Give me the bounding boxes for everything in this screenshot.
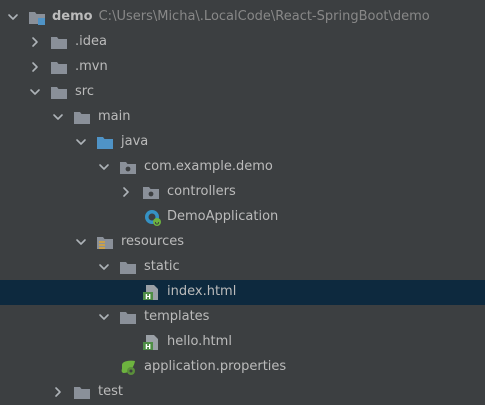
tree-item-label: .idea: [75, 34, 107, 49]
package-icon: [119, 159, 137, 176]
tree-row-demo-application[interactable]: DemoApplication: [0, 205, 485, 230]
source-root-folder-icon: [96, 134, 114, 151]
chevron-right-icon[interactable]: [120, 186, 132, 198]
tree-item-label: com.example.demo: [144, 159, 273, 174]
folder-icon: [50, 59, 68, 76]
chevron-right-icon[interactable]: [52, 386, 64, 398]
folder-icon: [119, 309, 137, 326]
spring-boot-class-icon: [144, 209, 162, 226]
tree-item-label: index.html: [167, 284, 237, 299]
chevron-down-icon[interactable]: [98, 261, 110, 273]
tree-row-demo[interactable]: demo C:\Users\Micha\.LocalCode\React-Spri…: [0, 5, 485, 30]
html-file-icon: [142, 334, 160, 351]
chevron-down-icon[interactable]: [98, 311, 110, 323]
spring-properties-icon: [119, 359, 137, 376]
tree-item-label: static: [144, 259, 180, 274]
folder-icon: [119, 259, 137, 276]
tree-row-static[interactable]: static: [0, 255, 485, 280]
chevron-down-icon[interactable]: [52, 111, 64, 123]
tree-row-application-properties[interactable]: application.properties: [0, 355, 485, 380]
tree-item-label: controllers: [167, 184, 236, 199]
chevron-down-icon[interactable]: [29, 86, 41, 98]
package-icon: [142, 184, 160, 201]
root-path: C:\Users\Micha\.LocalCode\React-SpringBo…: [98, 9, 430, 24]
project-tree: demo C:\Users\Micha\.LocalCode\React-Spri…: [0, 5, 485, 405]
tree-item-label: .mvn: [75, 59, 108, 74]
html-file-icon: [142, 284, 160, 301]
tree-row-java[interactable]: java: [0, 130, 485, 155]
tree-item-label: test: [98, 384, 123, 399]
tree-item-label: hello.html: [167, 334, 232, 349]
tree-row-com-example-demo[interactable]: com.example.demo: [0, 155, 485, 180]
tree-row-mvn[interactable]: .mvn: [0, 55, 485, 80]
tree-row-src[interactable]: src: [0, 80, 485, 105]
tree-row-main[interactable]: main: [0, 105, 485, 130]
folder-icon: [73, 109, 91, 126]
resources-folder-icon: [96, 234, 114, 251]
folder-icon: [50, 84, 68, 101]
module-folder-icon: [28, 9, 46, 26]
tree-item-label: application.properties: [144, 359, 287, 374]
tree-item-label: templates: [144, 309, 210, 324]
tree-item-label: src: [75, 84, 94, 99]
tree-item-label: DemoApplication: [167, 209, 279, 224]
tree-row-idea[interactable]: .idea: [0, 30, 485, 55]
tree-item-label: java: [121, 134, 149, 149]
chevron-down-icon[interactable]: [7, 11, 19, 23]
tree-item-label: resources: [121, 234, 185, 249]
chevron-right-icon[interactable]: [29, 61, 41, 73]
folder-icon: [50, 34, 68, 51]
tree-row-controllers[interactable]: controllers: [0, 180, 485, 205]
tree-item-label: main: [98, 109, 131, 124]
tree-row-index-html[interactable]: index.html: [0, 280, 485, 305]
chevron-down-icon[interactable]: [98, 161, 110, 173]
tree-root-label: demo C:\Users\Micha\.LocalCode\React-Spri…: [52, 8, 430, 26]
tree-row-hello-html[interactable]: hello.html: [0, 330, 485, 355]
chevron-right-icon[interactable]: [29, 36, 41, 48]
chevron-down-icon[interactable]: [75, 136, 87, 148]
folder-icon: [73, 384, 91, 401]
root-name: demo: [52, 9, 93, 24]
tree-row-templates[interactable]: templates: [0, 305, 485, 330]
tree-row-test[interactable]: test: [0, 380, 485, 405]
chevron-down-icon[interactable]: [75, 236, 87, 248]
tree-row-resources[interactable]: resources: [0, 230, 485, 255]
